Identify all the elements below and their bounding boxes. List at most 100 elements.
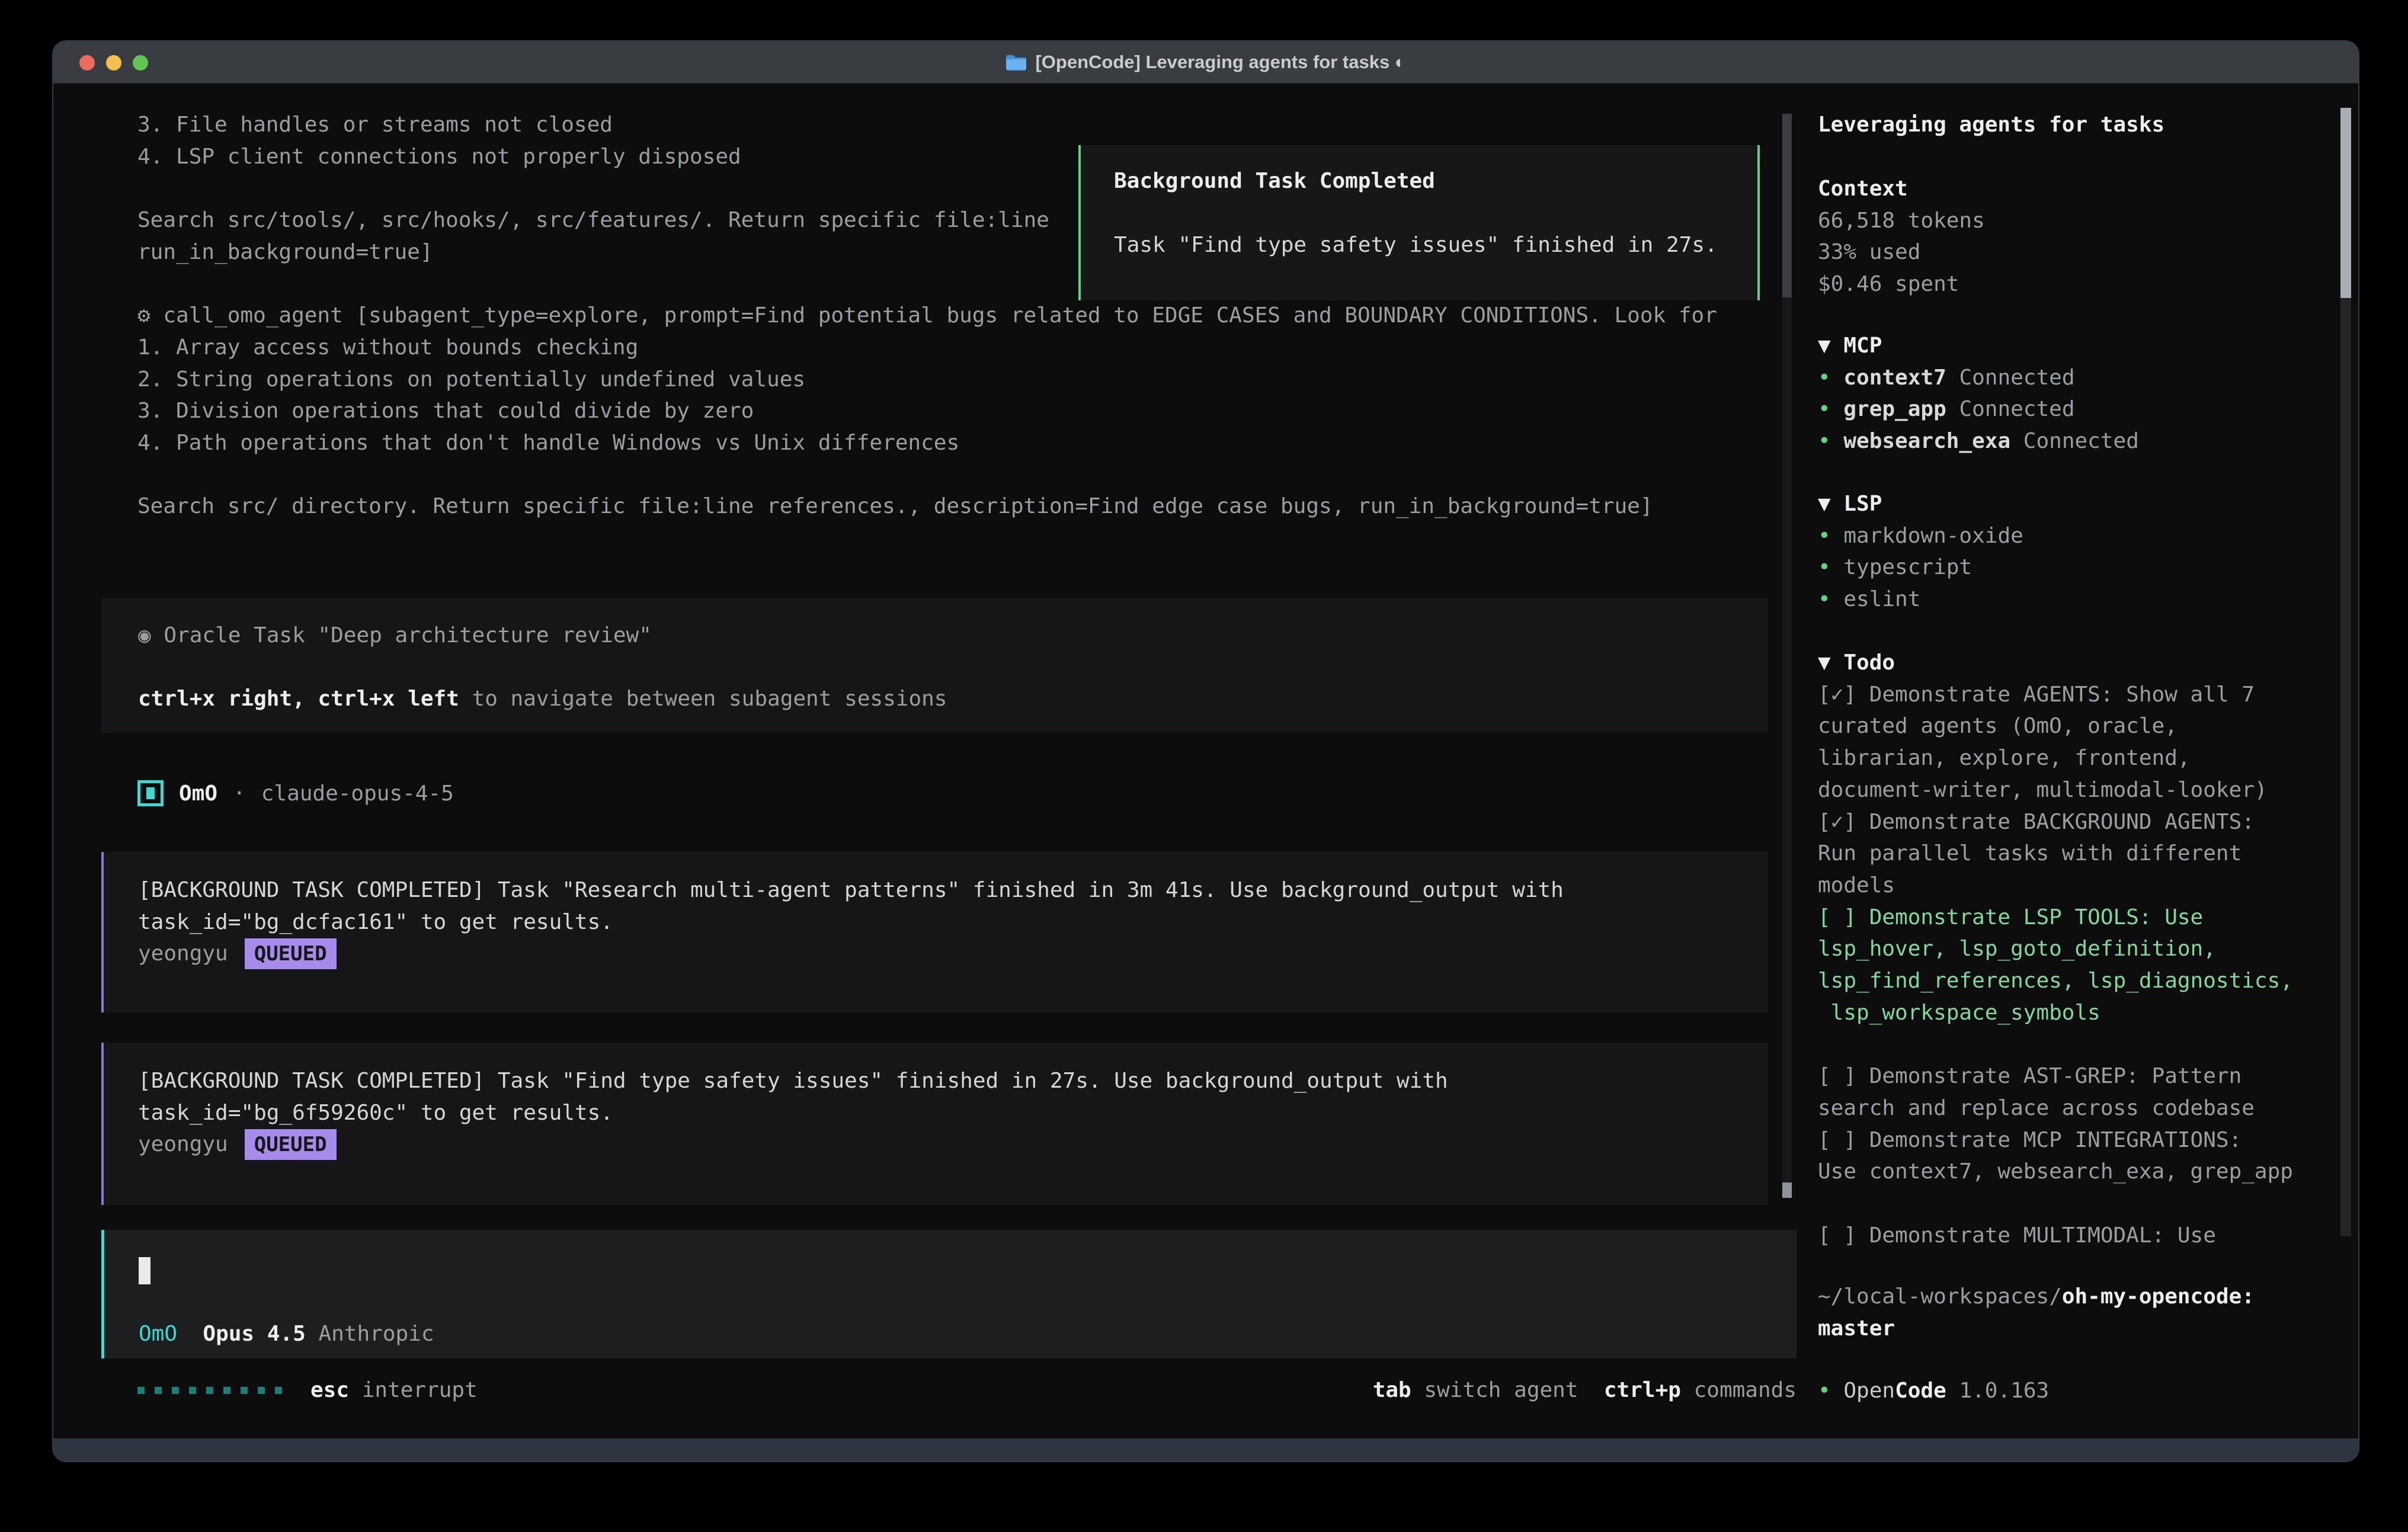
key-esc[interactable]: esc [310, 1374, 349, 1406]
mcp-heading[interactable]: ▼ MCP [1818, 330, 2339, 362]
sidebar-scrollbar[interactable] [2340, 108, 2351, 1236]
mcp-server-name: grep_app [1843, 397, 1959, 421]
spacer [1681, 1374, 1694, 1406]
workspace-branch: master [1818, 1313, 2339, 1345]
lsp-server-item: • markdown-oxide [1818, 520, 2339, 552]
connected-dot-icon: • [1818, 397, 1843, 421]
spacer [349, 1374, 362, 1406]
close-window-button[interactable] [79, 55, 95, 70]
text-line: 3. Division operations that could divide… [137, 395, 1717, 427]
status-right: tab switch agent ctrl+p commands [1373, 1374, 1797, 1406]
text-line: 4. Path operations that don't handle Win… [137, 427, 1717, 459]
status-badge: QUEUED [245, 1129, 337, 1160]
todo-item: Run parallel tasks with different [1818, 838, 2339, 870]
agent-model: claude-opus-4-5 [261, 781, 454, 806]
todo-item: [ ] Demonstrate MCP INTEGRATIONS: [1818, 1124, 2339, 1156]
message-meta: yeongyu QUEUED [138, 1129, 1768, 1161]
text-line: 1. Array access without bounds checking [137, 332, 1717, 364]
spinner-dot [241, 1387, 248, 1394]
spinner-dot [275, 1387, 282, 1394]
mcp-list: • context7 Connected• grep_app Connected… [1818, 362, 2339, 457]
app-name-regular: Open [1843, 1379, 1895, 1403]
sidebar-workspace: ~/local-workspaces/oh-my-opencode: maste… [1818, 1281, 2339, 1344]
mcp-server-status: Connected [2023, 429, 2139, 453]
todo-item: models [1818, 870, 2339, 902]
spinner-dot [172, 1387, 179, 1394]
spinner-dot [155, 1387, 162, 1394]
message-author: yeongyu [138, 938, 228, 970]
minimize-window-button[interactable] [106, 55, 121, 70]
agent-name: OmO [179, 781, 217, 806]
sidebar-scrollbar-thumb[interactable] [2340, 108, 2351, 298]
text-line: 33% used [1818, 236, 2339, 268]
status-dot-icon: • [1818, 1379, 1843, 1403]
sidebar-todo-section: ▼ Todo [✓] Demonstrate AGENTS: Show all … [1818, 647, 2339, 1251]
sidebar-context-section: Context 66,518 tokens33% used$0.46 spent [1818, 173, 2339, 300]
lsp-heading[interactable]: ▼ LSP [1818, 488, 2339, 520]
text-line: 3. File handles or streams not closed [137, 109, 1717, 141]
spacer [306, 1322, 319, 1346]
mcp-server-item: • grep_app Connected [1818, 393, 2339, 425]
app-name-bold: Code [1895, 1379, 1946, 1403]
todo-item: [ ] Demonstrate MULTIMODAL: Use [1818, 1220, 2339, 1252]
sidebar-title-text: Leveraging agents for tasks [1818, 109, 2339, 141]
sidebar-lsp-section: ▼ LSP • markdown-oxide• typescript• esli… [1818, 488, 2339, 616]
text-line: [BACKGROUND TASK COMPLETED] Task "Resear… [138, 874, 1768, 906]
agent-session-header[interactable]: OmO · claude-opus-4-5 [137, 780, 454, 806]
oracle-task-panel: ◉ Oracle Task "Deep architecture review"… [101, 598, 1768, 733]
todo-item: lsp_find_references, lsp_diagnostics, [1818, 965, 2339, 997]
text-line: 66,518 tokens [1818, 205, 2339, 237]
todo-item: curated agents (OmO, oracle, [1818, 710, 2339, 742]
text-line: Search src/ directory. Return specific f… [137, 491, 1717, 523]
todo-item [1818, 1028, 2339, 1060]
spacer [177, 1322, 203, 1346]
notification-title: Background Task Completed [1114, 165, 1735, 197]
mcp-server-status: Connected [1959, 397, 2074, 421]
message-author: yeongyu [138, 1129, 228, 1161]
spinner-dot [258, 1387, 265, 1394]
text-line: [BACKGROUND TASK COMPLETED] Task "Find t… [138, 1065, 1768, 1097]
oracle-task-title: ◉ Oracle Task "Deep architecture review" [138, 620, 1768, 652]
version-prefix-space [1946, 1379, 1959, 1403]
spinner-dot [206, 1387, 213, 1394]
message-meta: yeongyu QUEUED [138, 938, 1768, 970]
spinner-dots [137, 1387, 282, 1394]
key-ctrl-p[interactable]: ctrl+p [1604, 1374, 1681, 1406]
key-tab[interactable]: tab [1373, 1374, 1411, 1406]
prompt-input[interactable]: OmO Opus 4.5 Anthropic [101, 1230, 1797, 1358]
todo-heading[interactable]: ▼ Todo [1818, 647, 2339, 679]
todo-item [1818, 1188, 2339, 1220]
context-heading: Context [1818, 173, 2339, 205]
connected-dot-icon: • [1818, 555, 1843, 579]
lsp-server-item: • eslint [1818, 584, 2339, 616]
traffic-lights [79, 41, 148, 84]
lsp-server-item: • typescript [1818, 552, 2339, 584]
chat-scrollbar-thumb[interactable] [1782, 114, 1792, 297]
oracle-task-hint: ctrl+x right, ctrl+x left to navigate be… [138, 683, 1768, 715]
status-left: esc interrupt [137, 1374, 478, 1406]
todo-item: [ ] Demonstrate AST-GREP: Pattern [1818, 1060, 2339, 1092]
mcp-server-name: context7 [1843, 366, 1959, 390]
chat-message: [BACKGROUND TASK COMPLETED] Task "Find t… [101, 1043, 1768, 1205]
spinner-dot [137, 1387, 145, 1394]
version-line: • OpenCode 1.0.163 [1818, 1375, 2339, 1407]
chat-scrollbar[interactable] [1782, 114, 1792, 1198]
todo-item: lsp_hover, lsp_goto_definition, [1818, 933, 2339, 965]
spacer [1411, 1374, 1424, 1406]
text-cursor [139, 1257, 150, 1284]
todo-list: [✓] Demonstrate AGENTS: Show all 7curate… [1818, 679, 2339, 1252]
hint-keys: ctrl+x right, ctrl+x left [138, 687, 459, 711]
connected-dot-icon: • [1818, 587, 1843, 611]
text-line: task_id="bg_6f59260c" to get results. [138, 1097, 1768, 1129]
todo-item: document-writer, multimodal-looker) [1818, 774, 2339, 806]
chat-scrollbar-end[interactable] [1782, 1182, 1792, 1198]
text-line: task_id="bg_dcfac161" to get results. [138, 906, 1768, 938]
background-task-notification[interactable]: Background Task Completed Task "Find typ… [1078, 145, 1760, 300]
lsp-server-name: markdown-oxide [1843, 524, 2023, 548]
app-version: 1.0.163 [1959, 1379, 2049, 1403]
zoom-window-button[interactable] [133, 55, 148, 70]
connected-dot-icon: • [1818, 366, 1843, 390]
lsp-list: • markdown-oxide• typescript• eslint [1818, 520, 2339, 616]
input-provider: Anthropic [318, 1322, 434, 1346]
lsp-server-name: typescript [1843, 555, 1972, 579]
